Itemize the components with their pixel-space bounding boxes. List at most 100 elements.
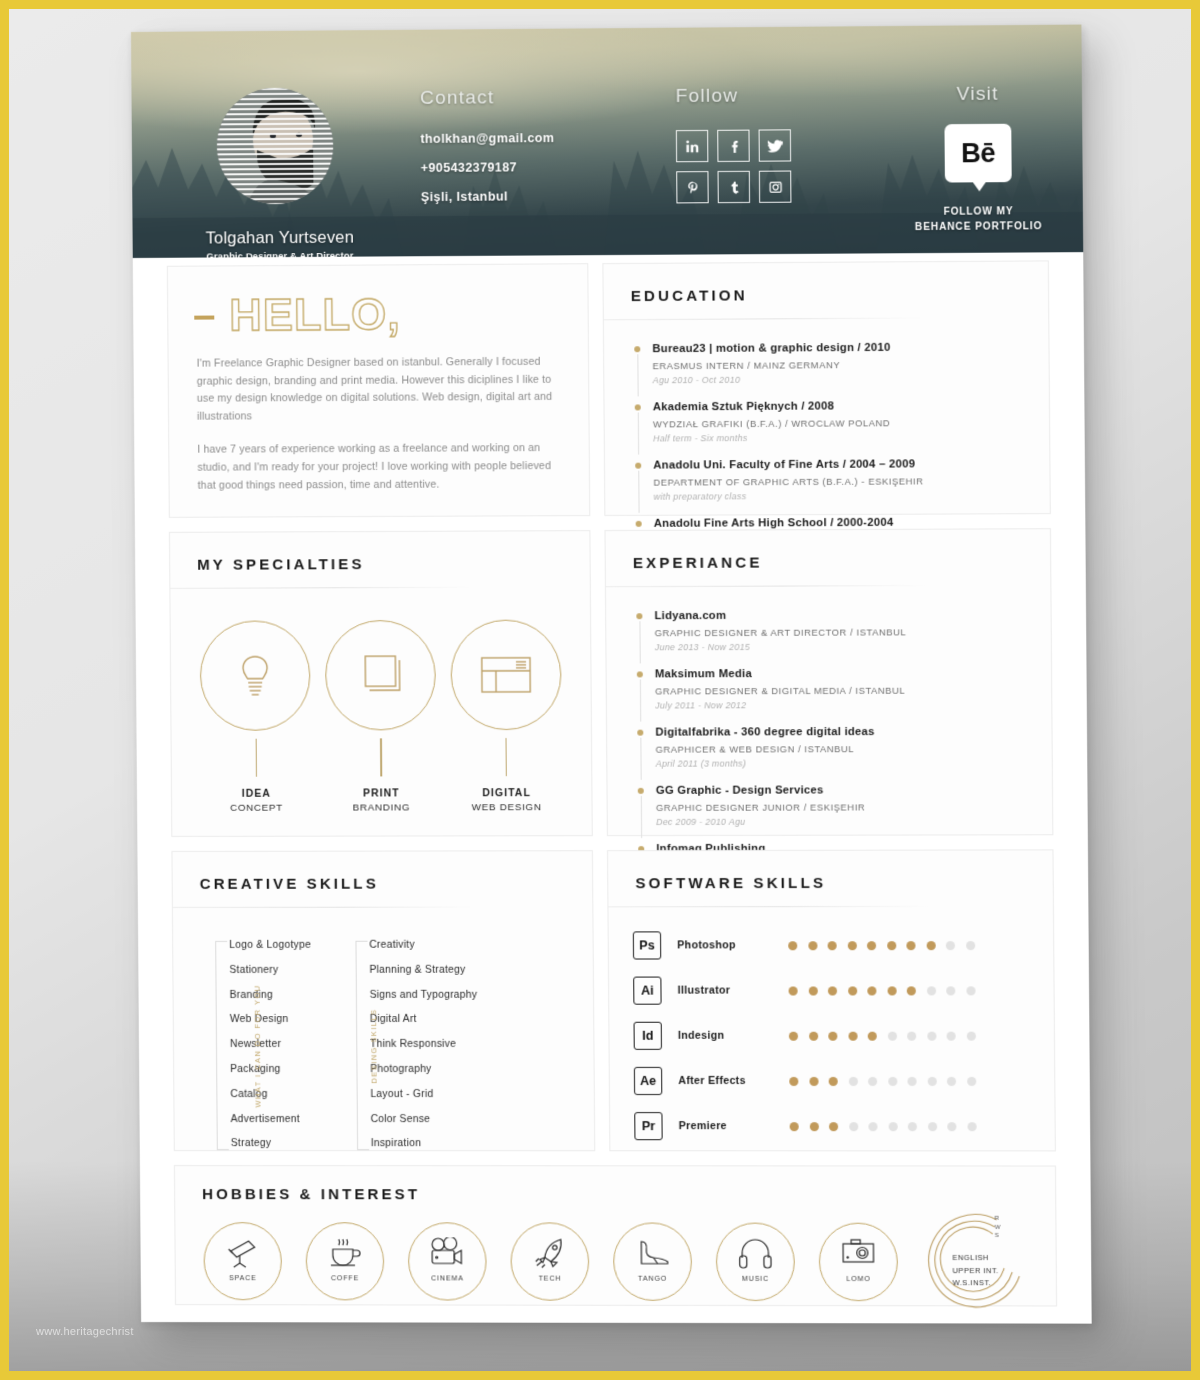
language-key: R — [995, 1215, 1001, 1224]
list-item: Stationery — [229, 959, 311, 984]
hobbies-title: HOBBIES & INTEREST — [175, 1166, 1055, 1204]
contact-heading: Contact — [420, 87, 554, 110]
software-badge-icon: Ae — [634, 1067, 662, 1095]
hello-word: HELLO, — [229, 291, 401, 337]
education-detail: DEPARTMENT OF GRAPHIC ARTS (B.F.A.) - ES… — [653, 474, 1049, 490]
skill-dot-filled — [848, 986, 857, 995]
software-badge-icon: Pr — [634, 1112, 662, 1140]
skill-dot-filled — [789, 1031, 798, 1040]
list-item: Creativity — [369, 934, 477, 959]
creative-skills-group: WHAT I CAN DO FOR YOU Logo & Logotype St… — [195, 934, 313, 1157]
twitter-icon[interactable] — [759, 129, 792, 161]
skill-dot-empty — [868, 1076, 877, 1085]
skill-dot-empty — [967, 1076, 976, 1085]
list-item: Inspiration — [371, 1132, 479, 1157]
skill-dot-filled — [906, 941, 915, 950]
hobby-cinema[interactable]: CINEMA — [408, 1222, 487, 1300]
hobby-coffe[interactable]: COFFE — [306, 1222, 385, 1300]
specialties-row: IDEA CONCEPT PRINT BRANDING DIGITAL WEB … — [170, 587, 591, 814]
experience-period: July 2011 - Now 2012 — [655, 698, 1051, 712]
skill-dot-filled — [788, 941, 797, 950]
list-item: Strategy — [231, 1132, 313, 1157]
skill-dot-empty — [908, 1122, 917, 1131]
hobby-label: TECH — [512, 1276, 589, 1283]
specialty-label: PRINT — [321, 788, 442, 799]
specialty-stem — [506, 738, 507, 776]
language-line: ENGLISH — [952, 1252, 998, 1265]
software-name: After Effects — [678, 1075, 775, 1087]
contact-phone[interactable]: +905432379187 — [421, 160, 555, 175]
hobbies-card: HOBBIES & INTEREST SPACE COFFE CINEMA TE… — [174, 1165, 1057, 1306]
language-text: ENGLISH UPPER INT. W.S.INST. — [952, 1252, 999, 1290]
list-item: Digital Art — [370, 1008, 478, 1033]
skill-dot-empty — [966, 941, 975, 950]
skill-dot-filled — [868, 1031, 877, 1040]
software-name: Indesign — [678, 1030, 775, 1042]
list-item: Anadolu Uni. Faculty of Fine Arts / 2004… — [635, 457, 1050, 504]
language-key: S — [995, 1232, 1001, 1241]
contact-location: Şişli, Istanbul — [421, 189, 555, 204]
group-brace: DESING SKILLS — [335, 934, 367, 1158]
tumblr-icon[interactable] — [718, 171, 751, 203]
language-key: W — [995, 1223, 1001, 1232]
pinterest-icon[interactable] — [676, 171, 709, 203]
follow-heading: Follow — [676, 85, 791, 108]
software-name: Illustrator — [678, 985, 775, 997]
software-skill-row: Ae After Effects — [634, 1067, 1055, 1095]
instagram-icon[interactable] — [759, 171, 792, 203]
software-skill-row: Pr Premiere — [634, 1112, 1055, 1140]
software-skill-row: Ps Photoshop — [633, 931, 1054, 960]
behance-logo-icon[interactable]: Bē — [944, 124, 1011, 183]
social-icon-grid — [676, 129, 792, 203]
linkedin-icon[interactable] — [676, 130, 709, 162]
list-item: Lidyana.com GRAPHIC DESIGNER & ART DIREC… — [636, 608, 1051, 655]
facebook-icon[interactable] — [717, 130, 750, 162]
education-period: Agu 2010 - Oct 2010 — [653, 372, 1049, 387]
software-skill-row: Ai Illustrator — [633, 976, 1054, 1004]
list-item: Digitalfabrika - 360 degree digital idea… — [637, 725, 1052, 771]
hobby-label: TANGO — [614, 1276, 691, 1283]
experience-org: Digitalfabrika - 360 degree digital idea… — [655, 725, 1051, 741]
list-item: Think Responsive — [370, 1033, 478, 1058]
hobby-label: SPACE — [205, 1275, 281, 1282]
hello-card: HELLO, I'm Freelance Graphic Designer ba… — [167, 263, 590, 518]
skill-dot-filled — [848, 1031, 857, 1040]
skill-dot-filled — [907, 986, 916, 995]
skill-dot-filled — [829, 1076, 838, 1085]
list-item: Logo & Logotype — [229, 934, 311, 959]
list-item: Maksimum Media GRAPHIC DESIGNER & DIGITA… — [637, 666, 1052, 712]
specialty-stem — [380, 738, 381, 776]
hobby-tango[interactable]: TANGO — [613, 1222, 692, 1300]
hobby-music[interactable]: MUSIC — [716, 1223, 795, 1301]
contact-email[interactable]: tholkhan@gmail.com — [420, 131, 554, 146]
language-line: UPPER INT. — [952, 1265, 998, 1278]
hobby-space[interactable]: SPACE — [203, 1222, 282, 1300]
specialty-item: PRINT BRANDING — [320, 620, 442, 814]
skill-level-dots — [789, 1076, 976, 1085]
skill-dot-empty — [888, 1122, 897, 1131]
hello-paragraphs: I'm Freelance Graphic Designer based on … — [168, 335, 589, 495]
specialty-stem — [255, 739, 256, 777]
skill-level-dots — [788, 941, 975, 950]
list-item: Advertisement — [230, 1108, 312, 1133]
experience-detail: GRAPHIC DESIGNER JUNIOR / ESKIŞEHIR — [656, 800, 1052, 815]
telescope-icon — [204, 1237, 280, 1269]
list-item: Packaging — [230, 1058, 312, 1083]
hobby-tech[interactable]: TECH — [510, 1222, 589, 1300]
hobby-lomo[interactable]: LOMO — [819, 1223, 898, 1302]
list-item: Bureau23 | motion & graphic design / 201… — [634, 340, 1049, 387]
brace-top — [355, 941, 367, 942]
specialty-label: DIGITAL — [446, 788, 567, 799]
skill-dot-filled — [828, 986, 837, 995]
experience-period: June 2013 - Now 2015 — [655, 640, 1051, 654]
experience-period: April 2011 (3 months) — [656, 757, 1052, 771]
education-org: Bureau23 | motion & graphic design / 201… — [652, 340, 1048, 357]
education-org: Anadolu Uni. Faculty of Fine Arts / 2004… — [653, 457, 1049, 474]
education-card: EDUCATION Bureau23 | motion & graphic de… — [602, 260, 1050, 516]
hello-heading: HELLO, — [168, 264, 588, 338]
education-org: Akademia Sztuk Pięknych / 2008 — [653, 398, 1049, 415]
skill-dot-empty — [927, 1076, 936, 1085]
creative-skills-card: CREATIVE SKILLS WHAT I CAN DO FOR YOU Lo… — [171, 850, 595, 1151]
list-item: Signs and Typography — [369, 983, 477, 1008]
creative-skills-group: DESING SKILLS Creativity Planning & Stra… — [335, 934, 479, 1158]
